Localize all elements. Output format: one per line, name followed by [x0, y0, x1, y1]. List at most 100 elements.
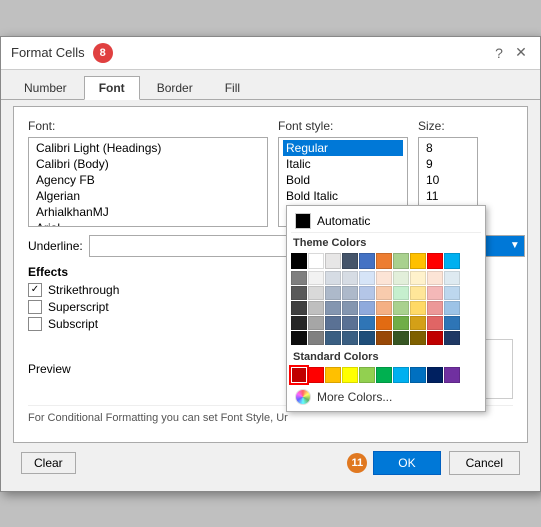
shade-color-cell[interactable] [291, 301, 307, 315]
standard-color-cell[interactable] [410, 367, 426, 383]
theme-color-cell[interactable] [393, 253, 409, 269]
strikethrough-checkbox[interactable]: ✓ [28, 283, 42, 297]
help-button[interactable]: ? [490, 44, 508, 62]
color-arrow-icon[interactable]: ▼ [510, 240, 520, 251]
font-list[interactable]: Calibri Light (Headings) Calibri (Body) … [28, 137, 268, 227]
style-item-bold-italic[interactable]: Bold Italic [283, 188, 403, 204]
tab-number[interactable]: Number [9, 76, 82, 99]
shade-color-cell[interactable] [444, 331, 460, 345]
font-item[interactable]: Calibri (Body) [33, 156, 263, 172]
theme-color-cell[interactable] [308, 253, 324, 269]
shade-color-cell[interactable] [359, 316, 375, 330]
shade-color-cell[interactable] [410, 271, 426, 285]
shade-color-cell[interactable] [308, 301, 324, 315]
shade-color-cell[interactable] [427, 316, 443, 330]
shade-color-cell[interactable] [325, 301, 341, 315]
shade-color-cell[interactable] [376, 301, 392, 315]
font-item[interactable]: Arial [33, 220, 263, 227]
shade-color-cell[interactable] [291, 271, 307, 285]
shade-color-cell[interactable] [291, 286, 307, 300]
shade-color-cell[interactable] [393, 331, 409, 345]
shade-color-cell[interactable] [376, 286, 392, 300]
theme-color-cell[interactable] [359, 253, 375, 269]
more-colors-row[interactable]: More Colors... [291, 385, 481, 407]
shade-color-cell[interactable] [342, 271, 358, 285]
font-item[interactable]: ArhialkhanMJ [33, 204, 263, 220]
shade-color-cell[interactable] [444, 271, 460, 285]
style-item-regular[interactable]: Regular [283, 140, 403, 156]
shade-color-cell[interactable] [308, 286, 324, 300]
shade-color-cell[interactable] [427, 271, 443, 285]
tab-border[interactable]: Border [142, 76, 208, 99]
theme-color-cell[interactable] [342, 253, 358, 269]
shade-color-cell[interactable] [427, 301, 443, 315]
shade-color-cell[interactable] [342, 331, 358, 345]
theme-color-cell[interactable] [444, 253, 460, 269]
shade-color-cell[interactable] [308, 271, 324, 285]
shade-color-cell[interactable] [359, 301, 375, 315]
standard-color-cell[interactable] [342, 367, 358, 383]
size-item[interactable]: 10 [423, 172, 473, 188]
standard-color-cell[interactable] [308, 367, 324, 383]
superscript-checkbox[interactable] [28, 300, 42, 314]
shade-color-cell[interactable] [308, 316, 324, 330]
shade-color-cell[interactable] [410, 301, 426, 315]
shade-color-cell[interactable] [359, 331, 375, 345]
shade-color-cell[interactable] [427, 286, 443, 300]
shade-color-cell[interactable] [393, 271, 409, 285]
theme-color-cell[interactable] [410, 253, 426, 269]
style-item-bold[interactable]: Bold [283, 172, 403, 188]
theme-color-cell[interactable] [325, 253, 341, 269]
shade-color-cell[interactable] [393, 301, 409, 315]
theme-color-cell[interactable] [376, 253, 392, 269]
standard-color-cell[interactable] [444, 367, 460, 383]
shade-color-cell[interactable] [291, 316, 307, 330]
size-item[interactable]: 11 [423, 188, 473, 204]
shade-color-cell[interactable] [359, 286, 375, 300]
shade-color-cell[interactable] [444, 316, 460, 330]
shade-color-cell[interactable] [427, 331, 443, 345]
shade-color-cell[interactable] [393, 286, 409, 300]
shade-color-cell[interactable] [359, 271, 375, 285]
standard-color-cell[interactable] [376, 367, 392, 383]
subscript-checkbox[interactable] [28, 317, 42, 331]
shade-color-cell[interactable] [308, 331, 324, 345]
shade-color-cell[interactable] [325, 286, 341, 300]
standard-color-cell[interactable] [325, 367, 341, 383]
font-item[interactable]: Calibri Light (Headings) [33, 140, 263, 156]
standard-color-cell[interactable] [359, 367, 375, 383]
shade-color-cell[interactable] [325, 271, 341, 285]
shade-color-cell[interactable] [291, 331, 307, 345]
color-dropdown[interactable]: Automatic Theme Colors Standard Colors M… [286, 205, 486, 412]
shade-color-cell[interactable] [410, 316, 426, 330]
shade-color-cell[interactable] [342, 286, 358, 300]
shade-color-cell[interactable] [376, 331, 392, 345]
font-item[interactable]: Algerian [33, 188, 263, 204]
size-item[interactable]: 8 [423, 140, 473, 156]
clear-button[interactable]: Clear [21, 452, 76, 474]
shade-color-cell[interactable] [376, 271, 392, 285]
shade-color-cell[interactable] [444, 286, 460, 300]
ok-button[interactable]: OK [373, 451, 440, 475]
shade-color-cell[interactable] [444, 301, 460, 315]
font-item[interactable]: Agency FB [33, 172, 263, 188]
theme-color-cell[interactable] [291, 253, 307, 269]
shade-color-cell[interactable] [376, 316, 392, 330]
shade-color-cell[interactable] [342, 316, 358, 330]
theme-color-cell[interactable] [427, 253, 443, 269]
shade-color-cell[interactable] [342, 301, 358, 315]
shade-color-cell[interactable] [393, 316, 409, 330]
shade-color-cell[interactable] [410, 286, 426, 300]
standard-color-cell[interactable] [393, 367, 409, 383]
cancel-button[interactable]: Cancel [449, 451, 520, 475]
shade-color-cell[interactable] [325, 316, 341, 330]
shade-color-cell[interactable] [325, 331, 341, 345]
tab-font[interactable]: Font [84, 76, 140, 100]
standard-color-cell[interactable] [427, 367, 443, 383]
standard-color-cell[interactable] [291, 367, 307, 383]
tab-fill[interactable]: Fill [210, 76, 255, 99]
shade-color-cell[interactable] [410, 331, 426, 345]
close-button[interactable]: ✕ [512, 44, 530, 62]
size-item[interactable]: 9 [423, 156, 473, 172]
auto-row[interactable]: Automatic [291, 210, 481, 233]
